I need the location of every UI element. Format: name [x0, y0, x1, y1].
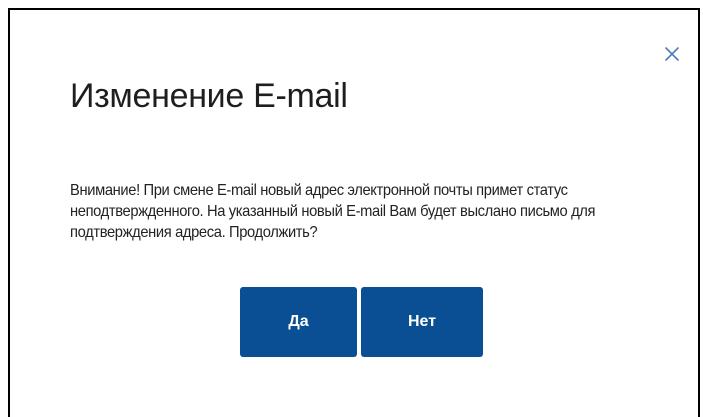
close-icon	[665, 47, 679, 61]
close-button[interactable]	[662, 44, 682, 64]
yes-button[interactable]: Да	[240, 287, 357, 357]
dialog-message: Внимание! При смене E-mail новый адрес э…	[70, 182, 596, 241]
dialog-title: Изменение E-mail	[70, 77, 348, 115]
no-button[interactable]: Нет	[361, 287, 483, 357]
email-change-dialog: Изменение E-mail Внимание! При смене E-m…	[8, 8, 700, 417]
